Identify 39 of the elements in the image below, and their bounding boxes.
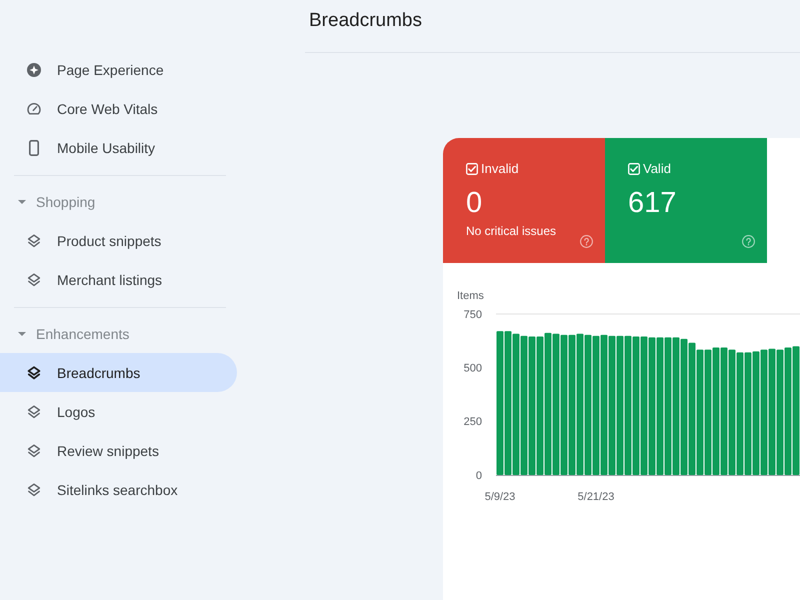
layers-icon	[27, 444, 41, 458]
nav-item[interactable]: Breadcrumbs	[0, 353, 237, 392]
caret-icon	[18, 200, 26, 204]
nav-item[interactable]: Review snippets	[0, 431, 237, 470]
y-tick-label: 0	[476, 470, 482, 482]
y-axis-title: Items	[457, 289, 484, 303]
y-tick-label: 250	[464, 416, 482, 428]
layers-icon	[27, 404, 41, 418]
y-tick-label: 750	[464, 308, 482, 321]
issue-count: 617	[628, 186, 676, 220]
y-tick-label: 500	[464, 362, 482, 375]
card-note: No critical issues	[466, 224, 556, 238]
page-title: Breadcrumbs	[309, 9, 422, 33]
layers-icon	[27, 234, 41, 248]
x-tick-label: 5/21/23	[578, 490, 614, 503]
layers-icon	[27, 272, 41, 286]
nav-item[interactable]: Product snippets	[0, 221, 237, 260]
x-tick-label: 5/9/23	[484, 490, 516, 503]
card-label: Valid	[643, 162, 671, 176]
nav-item[interactable]: Merchant listings	[0, 260, 237, 299]
issue-count: 0	[466, 186, 482, 220]
star-circle-icon	[27, 62, 41, 76]
nav-item[interactable]: Sitelinks searchbox	[0, 470, 237, 509]
nav-item[interactable]: Logos	[0, 392, 237, 431]
nav-item[interactable]: Core Web Vitals	[0, 89, 237, 128]
help-icon[interactable]	[580, 235, 593, 248]
checkbox[interactable]	[466, 163, 478, 175]
phone-icon	[29, 140, 39, 156]
layers-icon	[27, 482, 41, 496]
card-label: Invalid	[481, 162, 519, 176]
nav-item[interactable]: Page Experience	[0, 50, 237, 89]
checkbox[interactable]	[628, 163, 640, 175]
gauge-icon	[27, 102, 41, 115]
status-card[interactable]: Invalid 0 No critical issues	[443, 138, 605, 263]
nav-item[interactable]: Mobile Usability	[0, 128, 237, 167]
status-card[interactable]: Valid 617	[605, 138, 767, 263]
layers-icon	[27, 366, 41, 380]
help-icon[interactable]	[742, 235, 755, 248]
caret-icon	[18, 332, 26, 336]
